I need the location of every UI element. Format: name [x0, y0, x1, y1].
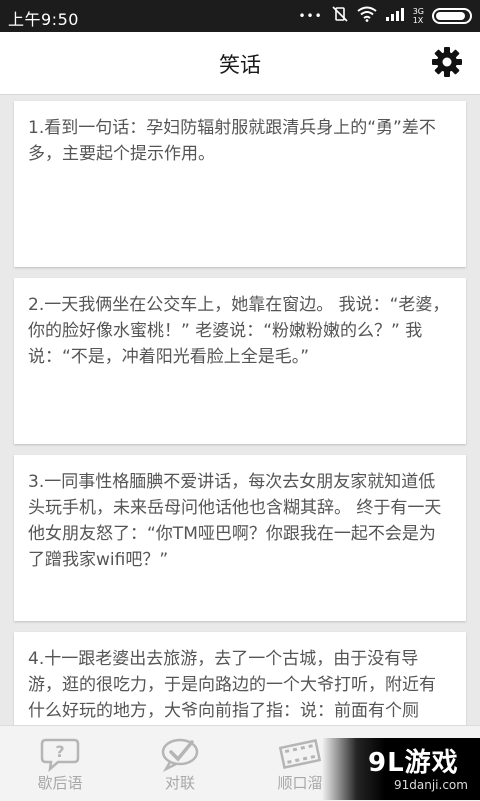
joke-text: 1.看到一句话：孕妇防辐射服就跟清兵身上的“勇”差不多，主要起个提示作用。 — [28, 118, 436, 164]
mute-vibrate-icon — [331, 5, 349, 27]
page-title: 笑话 — [219, 53, 261, 77]
joke-text: 3.一同事性格腼腆不爱讲话，每次去女朋友家就知道低头玩手机，未来岳母问他话他也含… — [28, 472, 442, 570]
film-icon — [278, 738, 322, 770]
app-header: 笑话 — [0, 32, 480, 95]
joke-card[interactable]: 2.一天我俩坐在公交车上，她靠在窗边。 我说：“老婆，你的脸好像水蜜桃！” 老婆… — [14, 278, 466, 444]
battery-icon — [432, 8, 472, 24]
battery-level — [436, 12, 465, 20]
joke-card[interactable]: 4.十一跟老婆出去旅游，去了一个古城，由于没有导游，逛的很吃力，于是向路边的一个… — [14, 632, 466, 725]
watermark-site: 91danji.com — [394, 778, 468, 792]
check-bubble-icon — [161, 738, 199, 772]
joke-card[interactable]: 1.看到一句话：孕妇防辐射服就跟清兵身上的“勇”差不多，主要起个提示作用。 — [14, 101, 466, 267]
speech-bubble-question-icon: ? — [40, 738, 80, 772]
svg-text:?: ? — [55, 742, 64, 761]
watermark-brand: 9L游戏 — [368, 748, 459, 778]
signal-icon — [385, 6, 405, 26]
settings-button[interactable] — [430, 45, 464, 79]
notification-dots-icon: ••• — [298, 9, 323, 23]
status-bar: 上午9:50 ••• 3G 1X — [0, 0, 480, 32]
joke-card[interactable]: 3.一同事性格腼腆不爱讲话，每次去女朋友家就知道低头玩手机，未来岳母问他话他也含… — [14, 455, 466, 621]
nav-item-xiehouyu[interactable]: ? 歇后语 — [0, 726, 120, 801]
joke-list[interactable]: 1.看到一句话：孕妇防辐射服就跟清兵身上的“勇”差不多，主要起个提示作用。 2.… — [0, 95, 480, 725]
network-type: 3G 1X — [413, 7, 424, 25]
network-type-top: 3G — [412, 7, 424, 16]
joke-text: 2.一天我俩坐在公交车上，她靠在窗边。 我说：“老婆，你的脸好像水蜜桃！” 老婆… — [28, 295, 450, 367]
network-type-bottom: 1X — [412, 16, 424, 25]
gear-icon — [432, 47, 462, 77]
nav-item-duilian[interactable]: 对联 — [120, 726, 240, 801]
wifi-icon — [357, 6, 377, 26]
nav-label: 歇后语 — [37, 774, 83, 792]
joke-text: 4.十一跟老婆出去旅游，去了一个古城，由于没有导游，逛的很吃力，于是向路边的一个… — [28, 649, 436, 721]
status-time: 上午9:50 — [8, 10, 79, 29]
watermark: 9L游戏 91danji.com — [322, 738, 480, 800]
nav-label: 对联 — [164, 774, 195, 792]
status-icons: ••• 3G 1X — [298, 5, 472, 27]
